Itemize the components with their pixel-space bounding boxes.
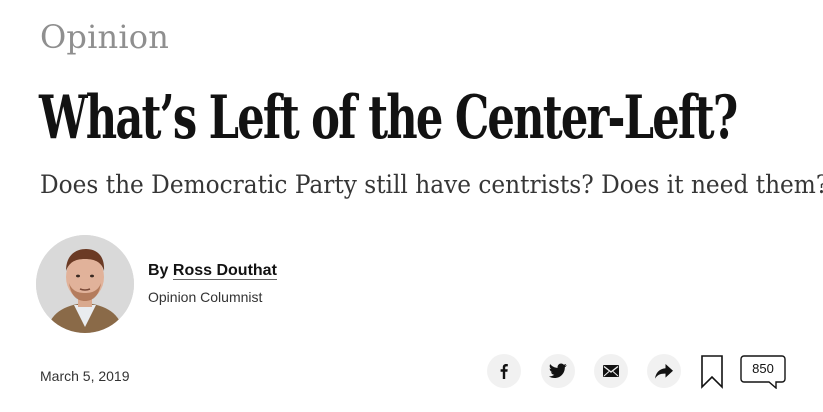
author-role: Opinion Columnist (148, 289, 263, 305)
facebook-icon (500, 364, 508, 379)
author-avatar[interactable] (36, 235, 134, 333)
save-bookmark-button[interactable] (700, 355, 724, 389)
headline: What’s Left of the Center-Left? (39, 83, 738, 153)
author-photo (36, 235, 134, 333)
bookmark-icon (701, 355, 723, 389)
publish-date: March 5, 2019 (40, 368, 130, 384)
facebook-share-button[interactable] (487, 354, 521, 388)
section-label[interactable]: Opinion (40, 18, 169, 56)
more-share-button[interactable] (647, 354, 681, 388)
byline: By Ross Douthat (148, 262, 277, 280)
share-forward-icon (655, 363, 673, 379)
summary: Does the Democratic Party still have cen… (40, 170, 823, 199)
author-link[interactable]: Ross Douthat (172, 262, 277, 280)
byline-prefix: By (148, 262, 173, 279)
comments-button[interactable]: 850 (740, 355, 786, 389)
comment-count: 850 (752, 361, 774, 376)
email-icon (603, 365, 619, 377)
twitter-share-button[interactable] (541, 354, 575, 388)
email-share-button[interactable] (594, 354, 628, 388)
twitter-icon (549, 363, 567, 378)
article-header: Opinion What’s Left of the Center-Left? … (0, 0, 823, 412)
